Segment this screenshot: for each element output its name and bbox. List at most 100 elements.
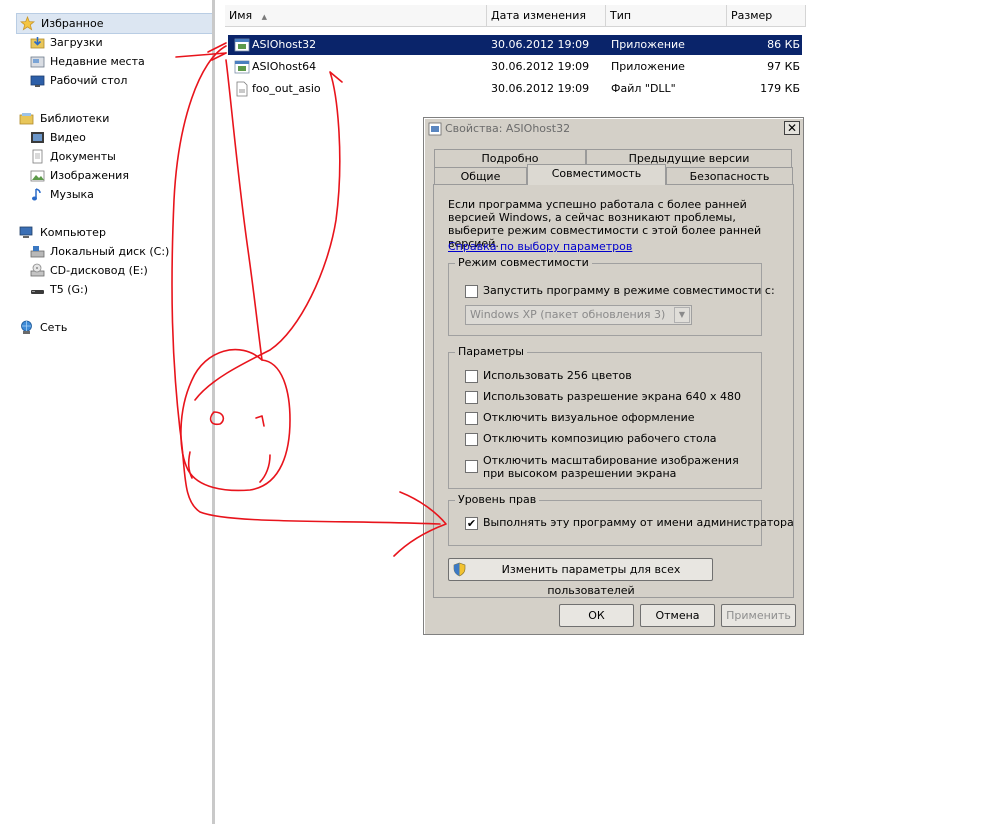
file-row[interactable]: ASIOhost64 30.06.2012 19:09 Приложение 9… — [228, 57, 802, 77]
dialog-title-bar[interactable]: Свойства: ASIOhost32 — [424, 118, 803, 140]
option-label: Отключить композицию рабочего стола — [483, 432, 717, 445]
nav-item-music[interactable]: Музыка — [30, 185, 210, 204]
option-checkbox[interactable] — [465, 433, 478, 446]
select-value: Windows XP (пакет обновления 3) — [470, 308, 666, 321]
column-header-name[interactable]: Имя ▲ — [225, 5, 487, 27]
tab-label: Общие — [460, 170, 501, 183]
group-title: Уровень прав — [455, 493, 540, 506]
button-label: ОК — [588, 609, 605, 622]
settings-group: Параметры Использовать 256 цветов Исполь… — [448, 345, 762, 489]
help-link[interactable]: Справка по выбору параметров — [448, 240, 632, 253]
nav-item-recent-places[interactable]: Недавние места — [30, 52, 210, 71]
file-size: 86 КБ — [767, 38, 800, 51]
run-as-admin-label: Выполнять эту программу от имени админис… — [483, 516, 794, 529]
nav-item-pictures[interactable]: Изображения — [30, 166, 210, 185]
nav-item-favorites[interactable]: Избранное — [16, 13, 213, 34]
tab-label: Безопасность — [689, 170, 770, 183]
nav-item-local-disk[interactable]: Локальный диск (C:) — [30, 242, 210, 261]
option-checkbox[interactable] — [465, 460, 478, 473]
group-title: Режим совместимости — [455, 256, 592, 269]
file-type: Приложение — [611, 60, 685, 73]
column-header-label: Имя — [229, 9, 253, 22]
computer-icon — [19, 225, 34, 240]
close-icon: ✕ — [786, 121, 798, 135]
tab-security[interactable]: Безопасность — [666, 167, 793, 185]
option-label: Использовать разрешение экрана 640 x 480 — [483, 390, 741, 403]
file-date: 30.06.2012 19:09 — [491, 82, 590, 95]
libraries-icon — [19, 111, 34, 126]
os-version-select[interactable]: Windows XP (пакет обновления 3) ▼ — [465, 305, 692, 325]
nav-item-label: Компьютер — [40, 226, 106, 239]
column-header-type[interactable]: Тип — [606, 5, 727, 27]
change-settings-all-users-button[interactable]: Изменить параметры для всех пользователе… — [448, 558, 713, 597]
tab-compatibility[interactable]: Совместимость — [527, 164, 666, 185]
nav-item-label: Избранное — [41, 17, 104, 30]
file-type: Приложение — [611, 38, 685, 51]
compat-mode-group: Режим совместимости Запустить программу … — [448, 256, 775, 336]
dll-file-icon — [234, 81, 250, 104]
nav-item-downloads[interactable]: Загрузки — [30, 33, 210, 52]
nav-item-computer[interactable]: Компьютер — [19, 223, 209, 242]
desktop-icon — [30, 73, 45, 88]
nav-item-cd-drive[interactable]: CD-дисковод (E:) — [30, 261, 210, 280]
column-header-size[interactable]: Размер — [727, 5, 806, 27]
option-checkbox[interactable] — [465, 370, 478, 383]
column-header-label: Дата изменения — [491, 9, 586, 22]
run-as-admin-checkbox[interactable]: ✔ — [465, 517, 478, 530]
nav-item-label: Загрузки — [50, 36, 103, 49]
privilege-level-group: Уровень прав ✔ Выполнять эту программу о… — [448, 493, 794, 546]
tab-panel-compatibility: Если программа успешно работала с более … — [433, 184, 794, 598]
group-title: Параметры — [455, 345, 527, 358]
chevron-down-icon: ▼ — [674, 307, 690, 323]
tab-general[interactable]: Общие — [434, 167, 527, 185]
apply-button[interactable]: Применить — [721, 604, 796, 627]
tab-label: Совместимость — [551, 167, 642, 180]
option-checkbox[interactable] — [465, 391, 478, 404]
nav-item-network[interactable]: Сеть — [19, 318, 209, 337]
nav-item-label: Музыка — [50, 188, 94, 201]
nav-item-label: Рабочий стол — [50, 74, 128, 87]
cancel-button[interactable]: Отмена — [640, 604, 715, 627]
file-size: 97 КБ — [767, 60, 800, 73]
file-name: ASIOhost32 — [252, 38, 317, 51]
nav-item-label: Документы — [50, 150, 116, 163]
nav-item-video[interactable]: Видео — [30, 128, 210, 147]
checkmark-icon: ✔ — [466, 517, 477, 530]
file-name: foo_out_asio — [252, 82, 321, 95]
file-type: Файл "DLL" — [611, 82, 676, 95]
sort-arrow-icon: ▲ — [261, 13, 268, 21]
button-label: Отмена — [655, 609, 700, 622]
nav-item-documents[interactable]: Документы — [30, 147, 210, 166]
network-icon — [19, 320, 34, 335]
compat-mode-checkbox[interactable] — [465, 285, 478, 298]
file-row[interactable]: ASIOhost32 30.06.2012 19:09 Приложение 8… — [228, 35, 802, 55]
close-button[interactable]: ✕ — [784, 121, 800, 135]
downloads-folder-icon — [30, 35, 45, 50]
usb-drive-icon — [30, 282, 45, 297]
nav-item-label: T5 (G:) — [50, 283, 89, 296]
column-header-date[interactable]: Дата изменения — [487, 5, 606, 27]
dialog-title: Свойства: ASIOhost32 — [445, 122, 571, 135]
nav-item-desktop[interactable]: Рабочий стол — [30, 71, 210, 90]
file-row[interactable]: foo_out_asio 30.06.2012 19:09 Файл "DLL"… — [228, 79, 802, 99]
ok-button[interactable]: ОК — [559, 604, 634, 627]
pane-splitter[interactable] — [212, 0, 215, 824]
properties-dialog: Свойства: ASIOhost32 ✕ Подробно Предыдущ… — [423, 117, 804, 635]
documents-library-icon — [30, 149, 45, 164]
video-library-icon — [30, 130, 45, 145]
local-disk-icon — [30, 244, 45, 259]
nav-item-libraries[interactable]: Библиотеки — [19, 109, 209, 128]
nav-item-usb-drive[interactable]: T5 (G:) — [30, 280, 210, 299]
button-label: Применить — [726, 609, 791, 622]
shield-icon — [452, 562, 467, 584]
nav-item-label: Недавние места — [50, 55, 145, 68]
option-label: Отключить визуальное оформление — [483, 411, 695, 424]
navigation-pane: Избранное Загрузки Недавние места Рабочи… — [0, 0, 213, 824]
column-header-label: Тип — [610, 9, 632, 22]
option-label: Использовать 256 цветов — [483, 369, 632, 382]
recent-places-icon — [30, 54, 45, 69]
pictures-library-icon — [30, 168, 45, 183]
option-checkbox[interactable] — [465, 412, 478, 425]
nav-item-label: Изображения — [50, 169, 129, 182]
music-library-icon — [30, 187, 45, 202]
